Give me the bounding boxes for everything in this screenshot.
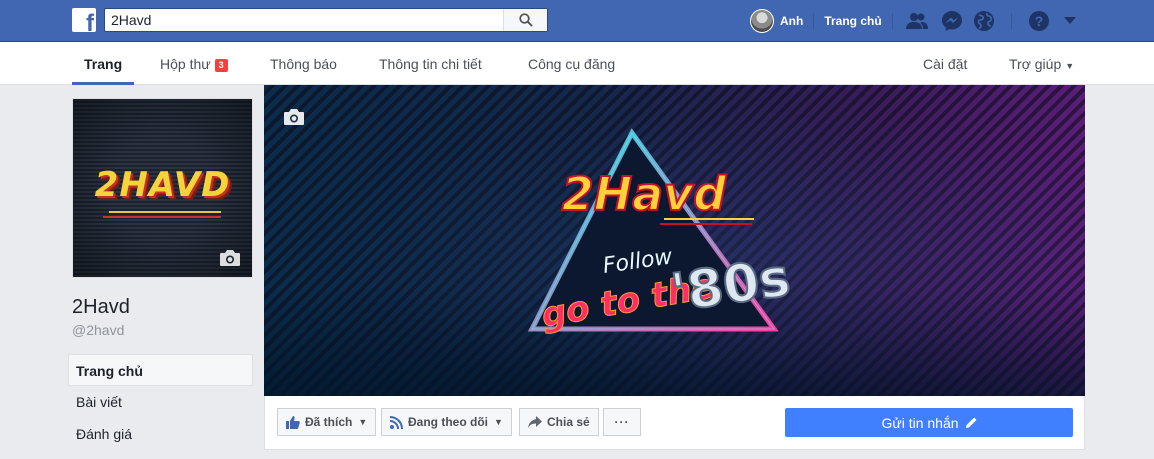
search-input[interactable] xyxy=(111,11,501,29)
page-nav: Trang Hộp thư 3 Thông báo Thông tin chi t… xyxy=(0,42,1154,85)
top-bar: f Anh Trang chủ ? xyxy=(0,0,1154,42)
pencil-icon xyxy=(965,417,976,428)
rss-icon xyxy=(390,415,403,429)
help-icon[interactable]: ? xyxy=(1028,10,1050,32)
friend-requests-icon[interactable] xyxy=(905,11,929,31)
divider xyxy=(1010,13,1012,29)
share-button[interactable]: Chia sẻ xyxy=(519,408,599,436)
divider xyxy=(813,13,815,29)
camera-icon[interactable] xyxy=(283,108,305,126)
facebook-logo-icon[interactable]: f xyxy=(72,8,96,32)
search-box xyxy=(104,8,548,32)
liked-button[interactable]: Đã thích ▼ xyxy=(277,408,377,436)
following-label: Đang theo dõi xyxy=(408,415,488,429)
globe-icon[interactable] xyxy=(973,10,995,32)
camera-icon[interactable] xyxy=(219,249,241,267)
profile-picture[interactable]: 2HAVD xyxy=(72,98,253,278)
sidebar-item-home[interactable]: Trang chủ xyxy=(68,354,253,386)
help-label: Trợ giúp xyxy=(1009,56,1062,72)
cover-artwork: 2Havd Follow go to the '80s xyxy=(527,128,795,336)
notification-badge: 3 xyxy=(214,59,228,72)
tab-notifications[interactable]: Thông báo xyxy=(270,42,337,85)
divider xyxy=(891,13,893,29)
more-dots-icon: ··· xyxy=(614,415,630,429)
tab-insights[interactable]: Thông tin chi tiết xyxy=(379,42,482,85)
logo-stripe xyxy=(103,216,221,218)
action-bar: Đã thích ▼ Đang theo dõi ▼ Chia sẻ ··· G… xyxy=(264,396,1085,450)
sidebar-item-posts[interactable]: Bài viết xyxy=(68,386,253,418)
cover-logo: 2Havd xyxy=(562,167,728,221)
logo-stripe xyxy=(109,211,221,213)
tab-label: Hộp thư xyxy=(160,56,211,72)
top-right-nav: Anh Trang chủ ? xyxy=(750,0,1076,42)
send-message-button[interactable]: Gửi tin nhắn xyxy=(785,408,1073,437)
page-handle[interactable]: @2havd xyxy=(72,322,124,338)
home-link[interactable]: Trang chủ xyxy=(824,14,881,28)
profile-link[interactable]: Anh xyxy=(780,14,803,28)
search-icon xyxy=(518,13,533,27)
share-label: Chia sẻ xyxy=(547,415,590,429)
more-button[interactable]: ··· xyxy=(603,408,641,436)
avatar[interactable] xyxy=(750,9,774,33)
search-button[interactable] xyxy=(503,9,547,31)
svg-text:?: ? xyxy=(1034,13,1043,29)
following-button[interactable]: Đang theo dõi ▼ xyxy=(381,408,512,436)
caret-down-icon: ▼ xyxy=(1065,61,1075,71)
caret-down-icon: ▼ xyxy=(358,417,368,427)
page-name[interactable]: 2Havd xyxy=(72,296,130,319)
thumbs-up-icon xyxy=(286,416,300,429)
settings-link[interactable]: Cài đặt xyxy=(923,42,967,85)
tab-publishing-tools[interactable]: Công cụ đăng xyxy=(528,42,615,85)
sidebar-item-reviews[interactable]: Đánh giá xyxy=(68,418,253,450)
profile-logo: 2HAVD xyxy=(94,165,231,205)
send-message-label: Gửi tin nhắn xyxy=(881,414,959,431)
messenger-icon[interactable] xyxy=(941,10,963,32)
caret-down-icon: ▼ xyxy=(494,417,503,427)
chevron-down-icon[interactable] xyxy=(1063,17,1076,25)
share-arrow-icon xyxy=(528,416,542,428)
cover-photo[interactable]: 2Havd Follow go to the '80s xyxy=(264,85,1085,396)
liked-label: Đã thích xyxy=(305,415,353,429)
tab-inbox[interactable]: Hộp thư 3 xyxy=(160,42,228,85)
page-sidebar: Trang chủ Bài viết Đánh giá xyxy=(68,354,253,450)
help-menu[interactable]: Trợ giúp ▼ xyxy=(1009,42,1074,85)
tab-trang[interactable]: Trang xyxy=(71,42,135,85)
